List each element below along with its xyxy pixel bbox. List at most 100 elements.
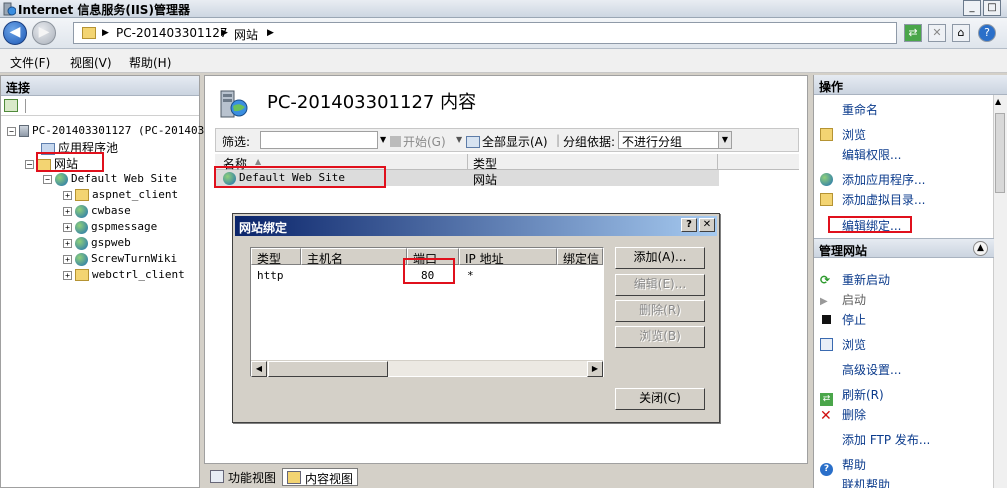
action-add-ftp-publishing[interactable]: 添加 FTP 发布... — [842, 431, 930, 448]
column-header-host[interactable]: 主机名 — [301, 248, 407, 265]
scroll-left-icon[interactable]: ◀ — [251, 361, 267, 377]
tree-child-gspweb[interactable]: + gspweb — [63, 236, 131, 250]
expand-icon[interactable]: + — [63, 222, 72, 232]
back-arrow-icon: ◀ — [9, 24, 21, 40]
menu-help[interactable]: 帮助(H) — [129, 54, 171, 71]
help-icon: ? — [820, 463, 833, 476]
action-advanced-settings[interactable]: 高级设置... — [842, 361, 901, 378]
action-edit-permissions[interactable]: 编辑权限... — [842, 146, 901, 163]
column-header-port[interactable]: 端口 — [407, 248, 459, 265]
start-dropdown-icon[interactable]: ▼ — [456, 135, 462, 144]
collapse-icon[interactable]: − — [25, 160, 34, 169]
action-edit-bindings[interactable]: 编辑绑定... — [842, 217, 901, 234]
website-globe-icon — [223, 171, 236, 185]
scroll-right-icon[interactable]: ▶ — [587, 361, 603, 377]
action-browse[interactable]: 浏览 — [820, 126, 866, 143]
tree-child-screwturnwiki[interactable]: + ScrewTurnWiki — [63, 252, 177, 266]
expand-icon[interactable]: + — [63, 190, 72, 200]
action-refresh[interactable]: ⇄ 刷新(R) — [820, 386, 884, 406]
expand-icon[interactable]: + — [63, 206, 72, 216]
edit-binding-button[interactable]: 编辑(E)... — [615, 274, 705, 296]
address-input[interactable]: ▶ PC-201403301127 ▶ 网站 ▶ — [73, 22, 897, 44]
filter-dropdown-icon[interactable]: ▼ — [380, 135, 386, 144]
add-binding-button[interactable]: 添加(A)... — [615, 247, 705, 269]
start-button[interactable]: 开始(G) — [390, 133, 446, 150]
action-add-virtual-directory[interactable]: 添加虚拟目录... — [820, 191, 925, 208]
breadcrumb-server[interactable]: PC-201403301127 — [116, 26, 228, 40]
menu-bar: 文件(F) 视图(V) 帮助(H) — [0, 49, 1007, 73]
action-restart[interactable]: ⟳ 重新启动 — [820, 271, 890, 288]
binding-port-cell[interactable]: 80 — [421, 269, 434, 282]
window-title: Internet 信息服务(IIS)管理器 — [18, 3, 190, 17]
scroll-thumb[interactable] — [995, 113, 1005, 193]
action-rename[interactable]: 重命名 — [842, 101, 878, 118]
server-icon — [19, 125, 29, 137]
list-item-name: Default Web Site — [223, 171, 345, 185]
expand-icon[interactable]: + — [63, 254, 72, 264]
folder-icon — [75, 269, 89, 281]
scroll-thumb[interactable] — [268, 361, 388, 377]
start-icon: ▶ — [820, 296, 828, 307]
home-icon[interactable]: ⌂ — [952, 24, 970, 42]
back-button[interactable]: ◀ — [3, 21, 27, 45]
actions-scrollbar[interactable]: ▲ — [993, 95, 1007, 488]
collapse-icon[interactable]: − — [7, 126, 16, 136]
binding-ip-cell[interactable]: * — [467, 269, 474, 282]
action-start[interactable]: ▶ 启动 — [820, 291, 866, 309]
browse-folder-icon — [820, 128, 833, 141]
help-icon[interactable]: ? — [978, 24, 996, 42]
tree-default-web-site[interactable]: − Default Web Site — [43, 172, 177, 186]
close-dialog-button[interactable]: 关闭(C) — [615, 388, 705, 410]
app-globe-icon — [75, 220, 88, 234]
tree-child-webctrl-client[interactable]: + webctrl_client — [63, 268, 185, 281]
add-application-icon — [820, 173, 833, 186]
expand-icon[interactable]: + — [63, 238, 72, 248]
tree-child-gspmessage[interactable]: + gspmessage — [63, 220, 157, 234]
bindings-horizontal-scrollbar[interactable]: ◀ ▶ — [251, 360, 603, 377]
filter-input[interactable] — [260, 131, 378, 149]
tab-features-view[interactable]: 功能视图 — [206, 468, 280, 486]
dialog-close-icon[interactable]: ✕ — [699, 218, 715, 232]
forward-button[interactable]: ▶ — [32, 21, 56, 45]
tree-app-pools[interactable]: 应用程序池 — [41, 139, 118, 156]
action-add-application[interactable]: 添加应用程序... — [820, 171, 925, 188]
tree-child-aspnet-client[interactable]: + aspnet_client — [63, 188, 178, 201]
action-stop[interactable]: 停止 — [820, 311, 866, 328]
action-browse-site[interactable]: 浏览 — [820, 336, 866, 353]
action-help[interactable]: ? 帮助 — [820, 456, 866, 476]
address-bar: ◀ ▶ ▶ PC-201403301127 ▶ 网站 ▶ ⇄ ✕ ⌂ ? — [0, 18, 1007, 49]
tree-child-cwbase[interactable]: + cwbase — [63, 204, 131, 218]
action-online-help[interactable]: 联机帮助 — [842, 476, 890, 488]
chevron-up-icon[interactable]: ▲ — [973, 241, 988, 256]
tree-server[interactable]: − PC-201403301127 (PC-201403 — [7, 124, 204, 137]
bindings-list[interactable]: 类型 主机名 端口 IP 地址 绑定信 http 80 * ◀ ▶ — [250, 247, 604, 377]
tab-content-view[interactable]: 内容视图 — [282, 468, 359, 486]
group-by-select[interactable]: 不进行分组 ▼ — [618, 131, 732, 149]
expand-icon[interactable]: + — [63, 270, 72, 280]
refresh-icon[interactable]: ⇄ — [904, 24, 922, 42]
scroll-up-icon[interactable]: ▲ — [995, 97, 1001, 106]
refresh-icon: ⇄ — [820, 393, 833, 406]
minimize-button[interactable]: _ — [963, 0, 981, 16]
breadcrumb-separator: ▶ — [267, 28, 274, 38]
dialog-help-button[interactable]: ? — [681, 218, 697, 232]
menu-file[interactable]: 文件(F) — [10, 54, 50, 71]
stop-icon[interactable]: ✕ — [928, 24, 946, 42]
maximize-button[interactable]: □ — [983, 0, 1001, 16]
breadcrumb-sites[interactable]: 网站 — [234, 26, 258, 43]
action-delete[interactable]: ✕ 删除 — [820, 406, 866, 424]
connect-icon[interactable] — [4, 99, 18, 112]
column-header-binding-info[interactable]: 绑定信 — [557, 248, 603, 265]
show-all-icon — [466, 136, 480, 148]
list-item[interactable]: Default Web Site 网站 — [215, 170, 719, 187]
remove-binding-button[interactable]: 删除(R) — [615, 300, 705, 322]
folder-icon — [75, 189, 89, 201]
binding-type-cell[interactable]: http — [257, 269, 284, 282]
column-header-type[interactable]: 类型 — [251, 248, 301, 265]
menu-view[interactable]: 视图(V) — [70, 54, 112, 71]
show-all-button[interactable]: 全部显示(A) — [466, 133, 548, 150]
tree-sites[interactable]: − 网站 — [25, 155, 78, 172]
column-header-ip[interactable]: IP 地址 — [459, 248, 557, 265]
collapse-icon[interactable]: − — [43, 174, 52, 184]
browse-binding-button[interactable]: 浏览(B) — [615, 326, 705, 348]
